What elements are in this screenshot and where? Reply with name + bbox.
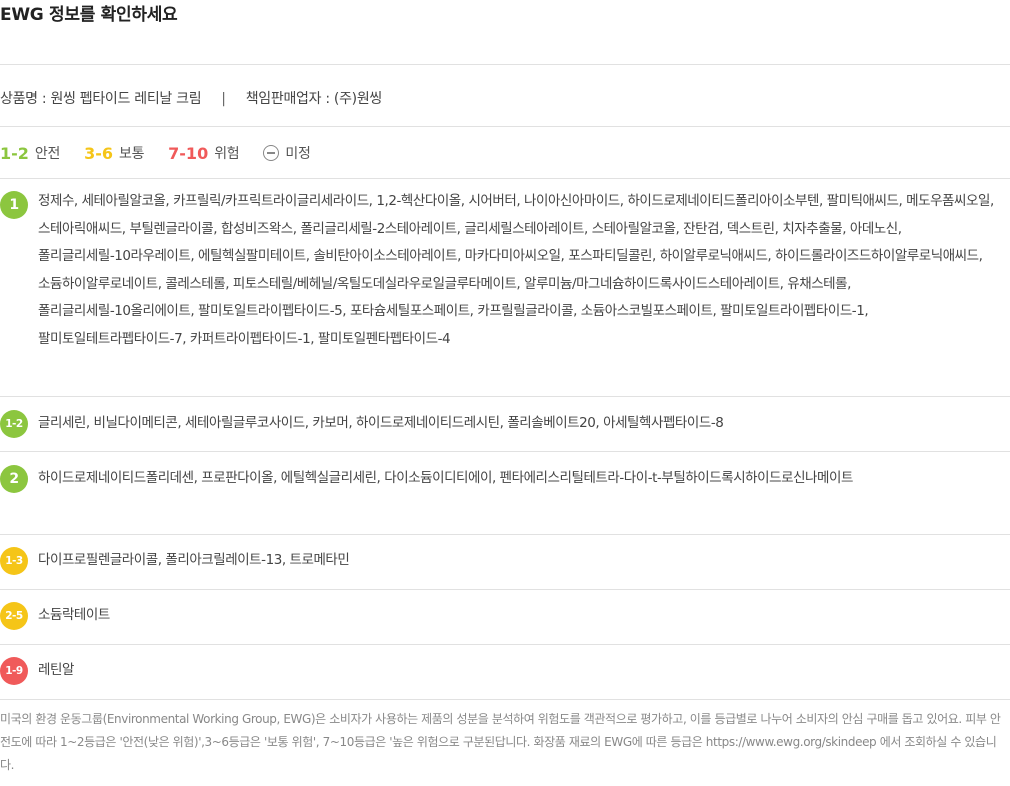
legend-hazard-label: 위험	[214, 146, 240, 162]
legend-moderate-label: 보통	[118, 146, 145, 162]
product-seller: 책임판매업자 : (주)원씽	[245, 91, 383, 107]
legend-moderate: 3-6 보통	[84, 143, 144, 163]
grade-badge: 1	[0, 191, 28, 219]
divider	[0, 178, 1010, 179]
grade-badge: 1-3	[0, 547, 28, 575]
product-name: 상품명 : 원씽 펩타이드 레티날 크림	[0, 91, 202, 107]
grade-badge: 2-5	[0, 602, 28, 630]
product-info: 상품명 : 원씽 펩타이드 레티날 크림 | 책임판매업자 : (주)원씽	[0, 88, 382, 108]
ingredient-list: 글리세린, 비닐다이메티콘, 세테아릴글루코사이드, 카보머, 하이드로제네이티…	[38, 415, 724, 431]
legend-moderate-range: 3-6	[84, 143, 113, 163]
divider	[0, 644, 1010, 645]
ingredient-list: 하이드로제네이티드폴리데센, 프로판다이올, 에틸헥실글리세린, 다이소듐이디티…	[38, 470, 853, 486]
product-separator: |	[221, 91, 226, 107]
divider	[0, 589, 1010, 590]
legend-hazard: 7-10 위험	[168, 143, 240, 163]
divider	[0, 396, 1010, 397]
legend-safe-label: 안전	[34, 146, 61, 162]
ingredient-list: 소듐락테이트	[38, 607, 110, 623]
grade-badge: 1-2	[0, 410, 28, 438]
legend-undetermined: 미정	[263, 143, 311, 163]
divider	[0, 64, 1010, 65]
grade-badge: 1-9	[0, 657, 28, 685]
minus-circle-icon	[263, 145, 280, 161]
divider	[0, 126, 1010, 127]
legend-undetermined-label: 미정	[285, 146, 311, 162]
ingredient-list: 레틴알	[38, 662, 74, 678]
grade-badge: 2	[0, 465, 28, 493]
divider	[0, 534, 1010, 535]
ingredient-list: 정제수, 세테아릴알코올, 카프릴릭/카프릭트라이글리세라이드, 1,2-헥산다…	[38, 193, 994, 347]
ewg-description: 미국의 환경 운동그룹(Environmental Working Group,…	[0, 712, 1001, 772]
page-title: EWG 정보를 확인하세요	[0, 5, 178, 25]
legend-hazard-range: 7-10	[168, 143, 209, 163]
divider	[0, 699, 1010, 700]
ingredient-list: 다이프로필렌글라이콜, 폴리아크릴레이트-13, 트로메타민	[38, 552, 350, 568]
legend-safe-range: 1-2	[0, 143, 29, 163]
divider	[0, 451, 1010, 452]
legend-safe: 1-2 안전	[0, 143, 60, 163]
grade-legend: 1-2 안전 3-6 보통 7-10 위험 미정	[0, 143, 335, 163]
